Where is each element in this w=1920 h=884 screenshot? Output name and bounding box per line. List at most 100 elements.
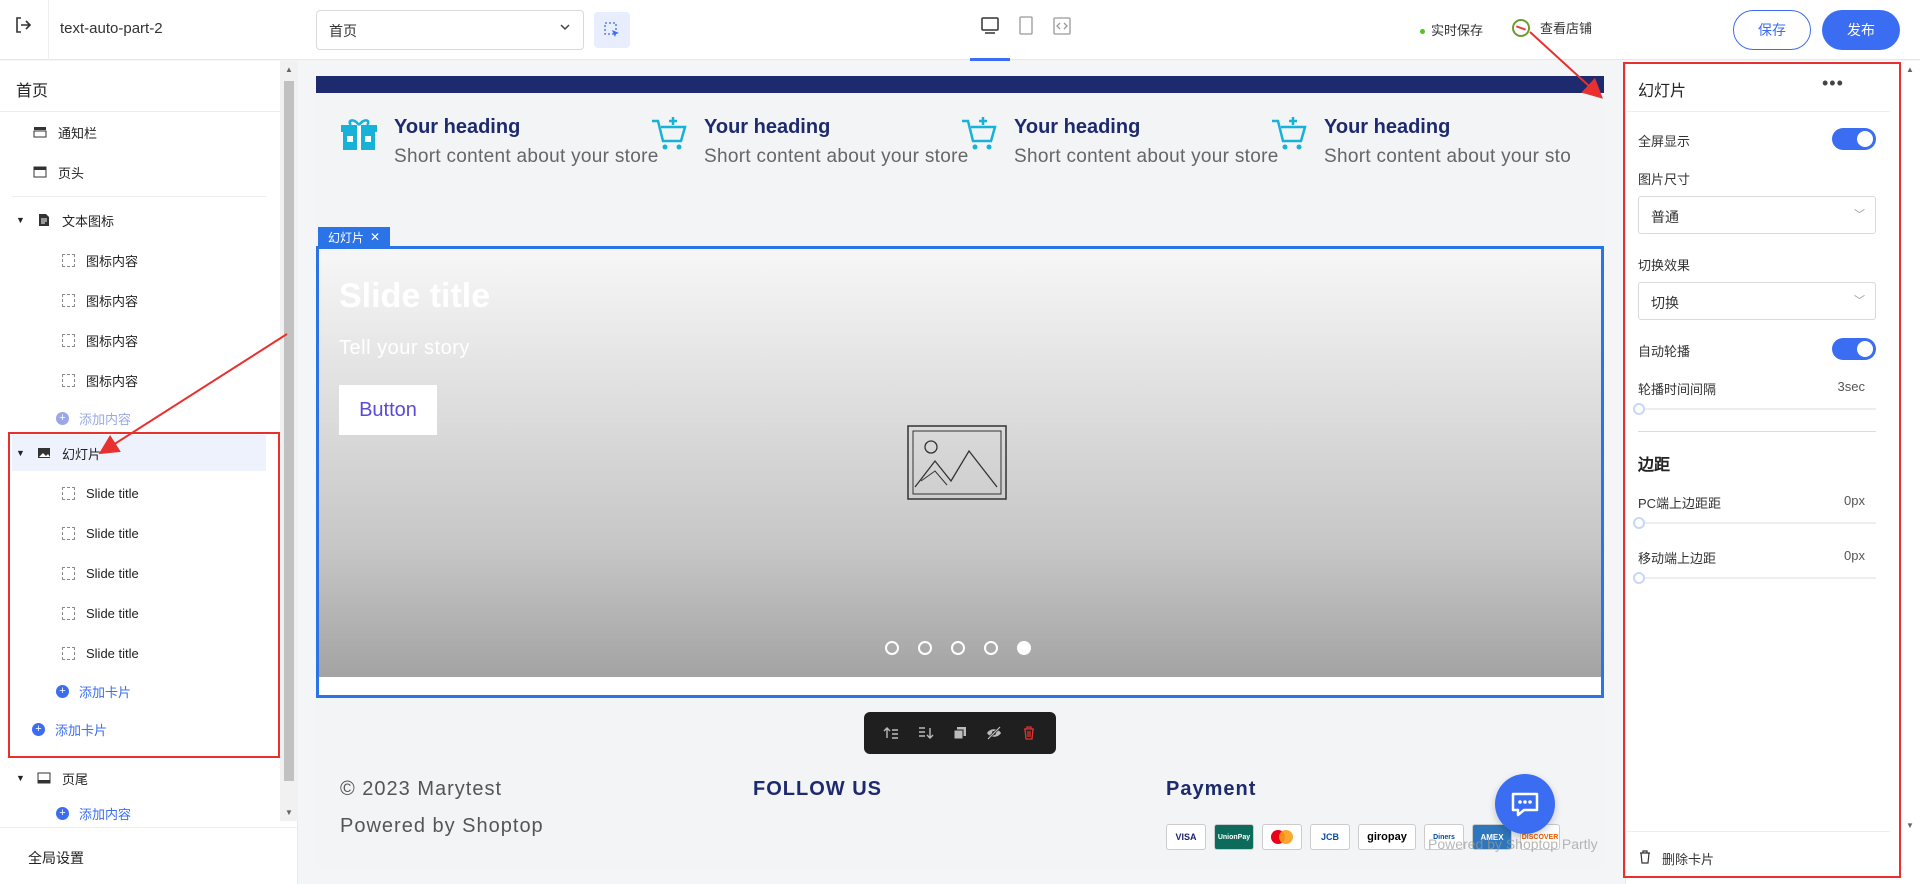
feature-text: Short content about your sto	[1324, 146, 1572, 167]
caret-down-icon[interactable]: ▼	[16, 773, 28, 783]
gift-icon	[340, 116, 378, 152]
slide-button[interactable]: Button	[339, 385, 437, 435]
jcb-card-icon: JCB	[1310, 824, 1350, 850]
hide-icon[interactable]	[984, 723, 1004, 743]
annotation-box	[8, 432, 280, 758]
tablet-view-icon[interactable]	[1014, 14, 1038, 38]
slideshow-section[interactable]: Slide title Tell your story Button	[316, 246, 1604, 698]
duplicate-icon[interactable]	[950, 723, 970, 743]
block-icon	[60, 292, 76, 308]
feature-heading: Your heading	[1014, 116, 1141, 138]
desktop-view-icon[interactable]	[970, 14, 1010, 61]
notice-bar-icon	[32, 124, 48, 140]
add-content-link[interactable]: + 添加内容	[56, 400, 131, 436]
cart-icon	[1270, 116, 1308, 152]
move-down-icon[interactable]	[916, 723, 936, 743]
sidebar-item-icon-content[interactable]: 图标内容	[60, 322, 138, 358]
block-icon	[60, 252, 76, 268]
footer-follow-heading: FOLLOW US	[753, 778, 882, 800]
site-name: text-auto-part-2	[60, 20, 163, 37]
save-button[interactable]: 保存	[1733, 10, 1811, 50]
exit-icon[interactable]	[14, 16, 36, 38]
feature-text: Short content about your store	[394, 146, 659, 167]
section-toolbar	[864, 712, 1056, 754]
view-store-link[interactable]: 查看店铺	[1512, 18, 1592, 37]
sidebar-item-text-icon[interactable]: ▼ 文本图标	[16, 202, 114, 238]
sidebar-item-icon-content[interactable]: 图标内容	[60, 362, 138, 398]
sidebar-item-label: 图标内容	[86, 293, 139, 309]
add-content-label: 添加内容	[79, 806, 132, 822]
caret-down-icon[interactable]: ▼	[16, 215, 28, 225]
block-icon	[60, 372, 76, 388]
slide-background: Slide title Tell your story Button	[319, 249, 1601, 677]
page-select-value: 首页	[329, 23, 357, 39]
feature-heading: Your heading	[1324, 116, 1451, 138]
scroll-up-icon[interactable]: ▲	[1906, 65, 1914, 74]
slide-dot[interactable]	[918, 641, 932, 655]
code-view-icon[interactable]	[1050, 14, 1074, 38]
close-icon[interactable]: ✕	[370, 230, 380, 244]
sidebar-scrollbar[interactable]: ▲ ▼	[280, 61, 298, 821]
slide-dot[interactable]	[951, 641, 965, 655]
footer-powered-faint: Powered by Shoptop Partly	[1428, 836, 1598, 852]
global-settings-link[interactable]: 全局设置	[0, 827, 298, 884]
panel-scrollbar[interactable]: ▲ ▼	[1900, 61, 1920, 884]
select-element-tool[interactable]	[594, 12, 630, 48]
feature-text: Short content about your store	[1014, 146, 1279, 167]
slide-dot-active[interactable]	[1017, 641, 1031, 655]
footer-copyright: © 2023 Marytest	[340, 778, 503, 800]
sidebar-item-label: 图标内容	[86, 373, 139, 389]
mastercard-card-icon	[1262, 824, 1302, 850]
autosave-label: 实时保存	[1431, 23, 1484, 38]
scroll-down-icon[interactable]: ▼	[285, 808, 293, 817]
slideshow-section-tag[interactable]: 幻灯片 ✕	[318, 227, 391, 247]
slide-dot[interactable]	[885, 641, 899, 655]
footer-powered-by: Powered by Shoptop	[340, 815, 544, 837]
slide-dot[interactable]	[984, 641, 998, 655]
chat-button[interactable]	[1495, 774, 1555, 834]
move-up-icon[interactable]	[881, 723, 901, 743]
plus-circle-icon: +	[56, 411, 69, 425]
annotation-box	[1623, 62, 1901, 878]
footer-icon	[36, 770, 52, 786]
slideshow-tag-label: 幻灯片	[328, 230, 365, 245]
view-store-label: 查看店铺	[1540, 21, 1593, 36]
slide-subtitle: Tell your story	[339, 337, 470, 359]
scrollbar-thumb[interactable]	[284, 81, 294, 781]
footer-payment-heading: Payment	[1166, 778, 1257, 800]
divider	[48, 0, 49, 60]
image-placeholder-icon	[907, 425, 1007, 500]
sidebar-item-header[interactable]: 页头	[32, 154, 84, 190]
status-dot	[1420, 29, 1425, 35]
unionpay-card-icon: UnionPay	[1214, 824, 1254, 850]
sidebar-item-label: 图标内容	[86, 253, 139, 269]
add-content-link[interactable]: + 添加内容	[56, 801, 131, 825]
page-title: 首页	[16, 83, 49, 100]
feature-heading: Your heading	[704, 116, 831, 138]
add-content-label: 添加内容	[79, 411, 132, 427]
document-icon	[36, 212, 52, 228]
sidebar-item-icon-content[interactable]: 图标内容	[60, 242, 138, 278]
publish-button[interactable]: 发布	[1822, 10, 1900, 50]
sidebar-item-footer[interactable]: ▼ 页尾	[16, 760, 88, 796]
feature-text: Short content about your store	[704, 146, 969, 167]
autosave-status: 实时保存	[1420, 20, 1483, 39]
slide-title: Slide title	[339, 277, 491, 315]
scroll-up-icon[interactable]: ▲	[285, 65, 293, 74]
sidebar-item-icon-content[interactable]: 图标内容	[60, 282, 138, 318]
header-icon	[32, 164, 48, 180]
announcement-strip	[316, 76, 1604, 93]
slide-pagination	[885, 641, 1031, 655]
sidebar-item-notice-bar[interactable]: 通知栏	[32, 114, 97, 150]
chat-icon	[1511, 792, 1539, 817]
delete-icon[interactable]	[1019, 723, 1039, 743]
scroll-down-icon[interactable]: ▼	[1906, 821, 1914, 830]
sidebar-item-label: 页尾	[62, 771, 89, 787]
sidebar-item-label: 页头	[58, 165, 85, 181]
chevron-down-icon	[559, 21, 571, 36]
visa-card-icon: VISA	[1166, 824, 1206, 850]
page-select[interactable]: 首页	[316, 10, 584, 50]
store-icon	[1512, 18, 1530, 37]
block-icon	[60, 332, 76, 348]
cart-icon	[650, 116, 688, 152]
